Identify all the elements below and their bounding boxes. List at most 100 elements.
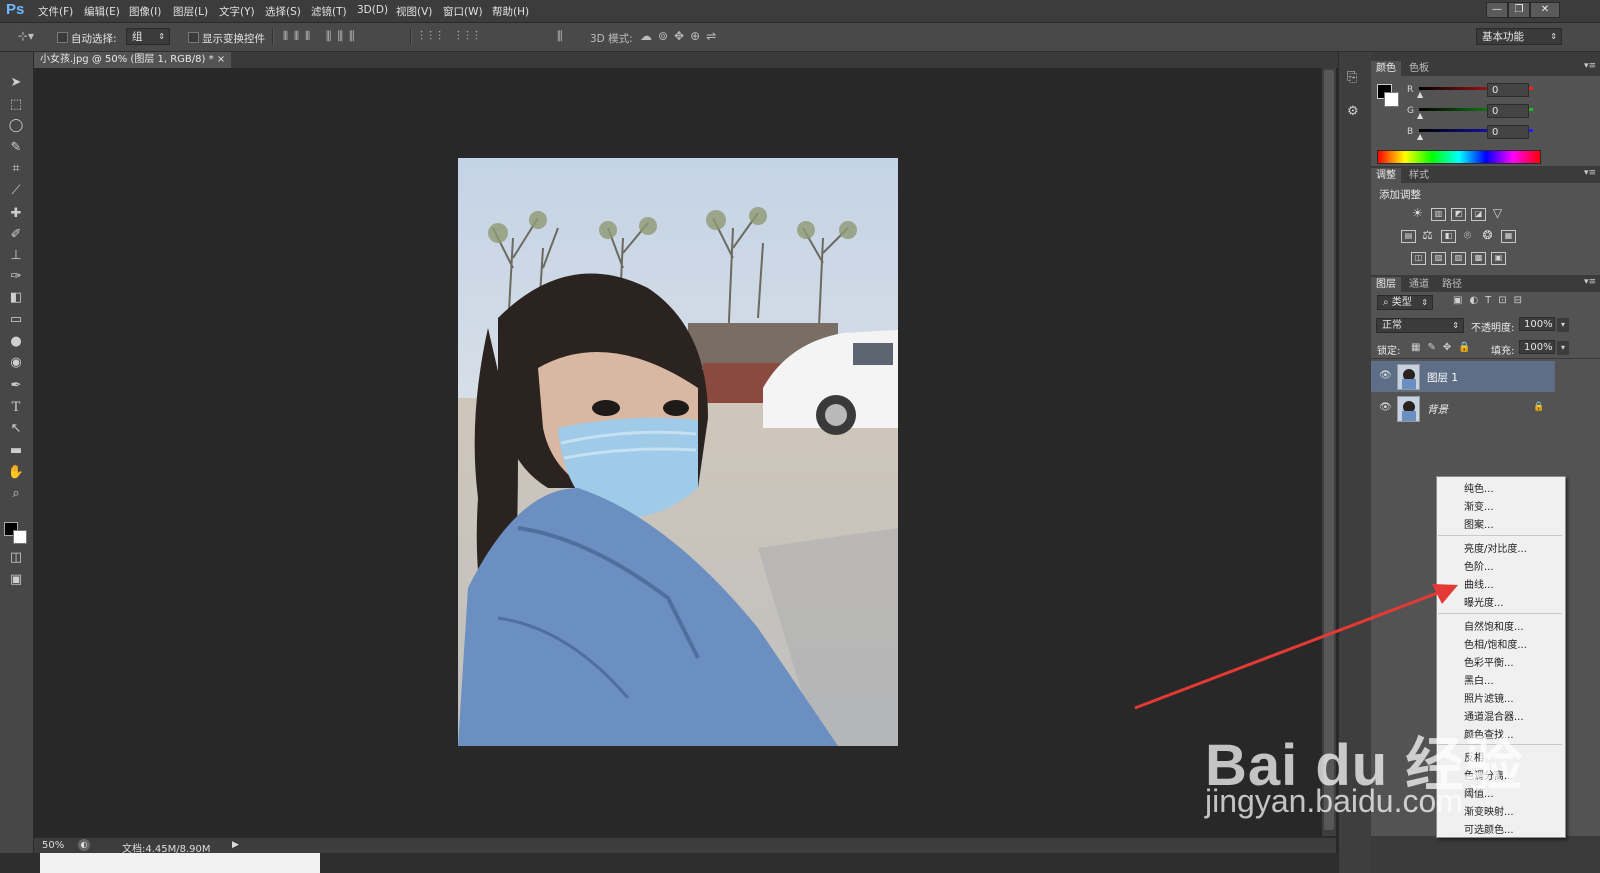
photo-filter-icon[interactable]: ⌾ <box>1461 229 1474 241</box>
curves-icon[interactable]: ◩ <box>1451 208 1466 221</box>
tab-color[interactable]: 颜色 <box>1371 61 1401 76</box>
layer-filter-icons[interactable]: ▣◐T⊡⊟ <box>1453 295 1529 306</box>
menu-item-gradient-map[interactable]: 渐变映射... <box>1464 803 1514 818</box>
history-panel-icon[interactable]: ⎘ <box>1347 70 1357 85</box>
eye-visibility-icon[interactable]: 👁 <box>1379 370 1392 381</box>
panel-menu-icon[interactable]: ▾≡ <box>1584 168 1596 178</box>
exposure-icon[interactable]: ◪ <box>1471 208 1486 221</box>
quick-mask-icon[interactable]: ◫ <box>6 549 26 567</box>
menu-item-hue-saturation[interactable]: 色相/饱和度... <box>1464 636 1527 651</box>
type-tool-icon[interactable]: T <box>6 399 26 417</box>
menu-file[interactable]: 文件(F) <box>38 4 73 19</box>
color-lookup-icon[interactable]: ▦ <box>1501 230 1516 243</box>
move-tool-icon[interactable]: ➤ <box>6 74 26 92</box>
layer-name[interactable]: 背景 <box>1427 402 1448 417</box>
gradient-map-icon[interactable]: ▩ <box>1471 252 1486 265</box>
menu-3d[interactable]: 3D(D) <box>357 4 388 16</box>
posterize-icon[interactable]: ▨ <box>1431 252 1446 265</box>
panel-menu-icon[interactable]: ▾≡ <box>1584 61 1596 71</box>
healing-tool-icon[interactable]: ✚ <box>6 205 26 223</box>
shape-tool-icon[interactable]: ▬ <box>6 442 26 460</box>
background-color-swatch[interactable] <box>13 530 27 544</box>
tab-adjustments[interactable]: 调整 <box>1371 168 1401 183</box>
status-menu-arrow-icon[interactable]: ▶ <box>232 840 239 850</box>
color-spectrum-ramp[interactable] <box>1377 150 1541 164</box>
status-info-icon[interactable]: ◐ <box>78 839 90 851</box>
workspace-dropdown[interactable]: 基本功能 ⇕ <box>1476 28 1562 45</box>
menu-item-color-balance[interactable]: 色彩平衡... <box>1464 654 1514 669</box>
menu-image[interactable]: 图像(I) <box>129 4 161 19</box>
show-transform-checkbox[interactable] <box>188 32 199 43</box>
dodge-tool-icon[interactable]: ◉ <box>6 354 26 372</box>
stamp-tool-icon[interactable]: ⊥ <box>6 247 26 265</box>
menu-select[interactable]: 选择(S) <box>265 4 301 19</box>
minimize-button[interactable]: — <box>1486 2 1508 18</box>
menu-item-photo-filter[interactable]: 照片滤镜... <box>1464 690 1514 705</box>
menu-item-pattern[interactable]: 图案... <box>1464 516 1494 531</box>
align-icons[interactable]: ⫴⫴⫴ ⫼⫼⫼ <box>283 29 361 44</box>
tab-channels[interactable]: 通道 <box>1404 277 1434 292</box>
lasso-tool-icon[interactable]: ◯ <box>6 117 26 135</box>
eraser-tool-icon[interactable]: ◧ <box>6 289 26 307</box>
hand-tool-icon[interactable]: ✋ <box>6 464 26 482</box>
zoom-tool-icon[interactable]: ⌕ <box>6 485 26 503</box>
crop-tool-icon[interactable]: ⌗ <box>6 160 26 178</box>
opacity-value[interactable]: 100% <box>1519 317 1555 331</box>
gradient-tool-icon[interactable]: ▭ <box>6 311 26 329</box>
chevron-down-icon[interactable]: ▾ <box>1557 341 1569 355</box>
eye-visibility-icon[interactable]: 👁 <box>1379 402 1392 413</box>
tab-layers[interactable]: 图层 <box>1371 277 1401 292</box>
vibrance-icon[interactable]: ▽ <box>1491 207 1504 219</box>
move-tool-icon[interactable]: ⊹▾ <box>18 29 34 43</box>
channel-mixer-icon[interactable]: ❂ <box>1481 229 1494 241</box>
menu-help[interactable]: 帮助(H) <box>492 4 529 19</box>
distribute-icons[interactable]: ⫶⫶⫶ ⫶⫶⫶ <box>420 29 484 44</box>
restore-button[interactable]: ❐ <box>1508 2 1530 18</box>
pen-tool-icon[interactable]: ✒ <box>6 377 26 395</box>
color-balance-icon[interactable]: ⚖ <box>1421 229 1434 241</box>
menu-filter[interactable]: 滤镜(T) <box>311 4 347 19</box>
menu-item-vibrance[interactable]: 自然饱和度... <box>1464 618 1524 633</box>
eyedropper-tool-icon[interactable]: ⟋ <box>6 182 26 200</box>
marquee-tool-icon[interactable]: ⬚ <box>6 96 26 114</box>
fill-value[interactable]: 100% <box>1519 340 1555 354</box>
blend-mode-dropdown[interactable]: 正常 ⇕ <box>1376 318 1464 333</box>
properties-panel-icon[interactable]: ⚙ <box>1347 104 1359 119</box>
background-color-swatch[interactable] <box>1384 92 1399 107</box>
menu-edit[interactable]: 编辑(E) <box>84 4 120 19</box>
channel-r-value[interactable]: 0 <box>1487 83 1529 97</box>
menu-type[interactable]: 文字(Y) <box>219 4 255 19</box>
close-tab-icon[interactable]: × <box>217 54 225 65</box>
levels-icon[interactable]: ▥ <box>1431 208 1446 221</box>
threshold-icon[interactable]: ▧ <box>1451 252 1466 265</box>
tab-paths[interactable]: 路径 <box>1437 277 1467 292</box>
auto-align-icon[interactable]: ⫼ <box>557 29 563 44</box>
menu-item-gradient[interactable]: 渐变... <box>1464 498 1494 513</box>
selective-color-icon[interactable]: ▣ <box>1491 252 1506 265</box>
tab-swatches[interactable]: 色板 <box>1404 61 1434 76</box>
menu-view[interactable]: 视图(V) <box>396 4 432 19</box>
quick-select-tool-icon[interactable]: ✎ <box>6 139 26 157</box>
menu-window[interactable]: 窗口(W) <box>443 4 483 19</box>
chevron-down-icon[interactable]: ▾ <box>1557 318 1569 332</box>
blur-tool-icon[interactable]: ● <box>6 333 26 351</box>
close-window-button[interactable]: ✕ <box>1530 2 1560 18</box>
zoom-level[interactable]: 50% <box>42 840 64 851</box>
document-tab[interactable]: 小女孩.jpg @ 50% (图层 1, RGB/8) * × <box>34 52 232 68</box>
screen-mode-icon[interactable]: ▣ <box>6 571 26 589</box>
channel-g-value[interactable]: 0 <box>1487 104 1529 118</box>
hue-saturation-icon[interactable]: ▤ <box>1401 230 1416 243</box>
lock-icons[interactable]: ▦✎✥🔒 <box>1411 342 1478 353</box>
slider-handle-icon[interactable]: ▲ <box>1417 90 1423 99</box>
black-white-icon[interactable]: ◧ <box>1441 230 1456 243</box>
auto-select-dropdown[interactable]: 组 ⇕ <box>126 28 170 45</box>
document-image[interactable] <box>458 158 898 746</box>
layer-name[interactable]: 图层 1 <box>1427 370 1458 385</box>
layer-row-background[interactable]: 👁 背景 🔒 <box>1371 393 1555 424</box>
panel-menu-icon[interactable]: ▾≡ <box>1584 277 1596 287</box>
slider-handle-icon[interactable]: ▲ <box>1417 111 1423 120</box>
layer-row-layer1[interactable]: 👁 图层 1 <box>1371 361 1555 392</box>
menu-item-solid-color[interactable]: 纯色... <box>1464 480 1494 495</box>
path-select-tool-icon[interactable]: ↖ <box>6 420 26 438</box>
history-brush-tool-icon[interactable]: ✑ <box>6 268 26 286</box>
